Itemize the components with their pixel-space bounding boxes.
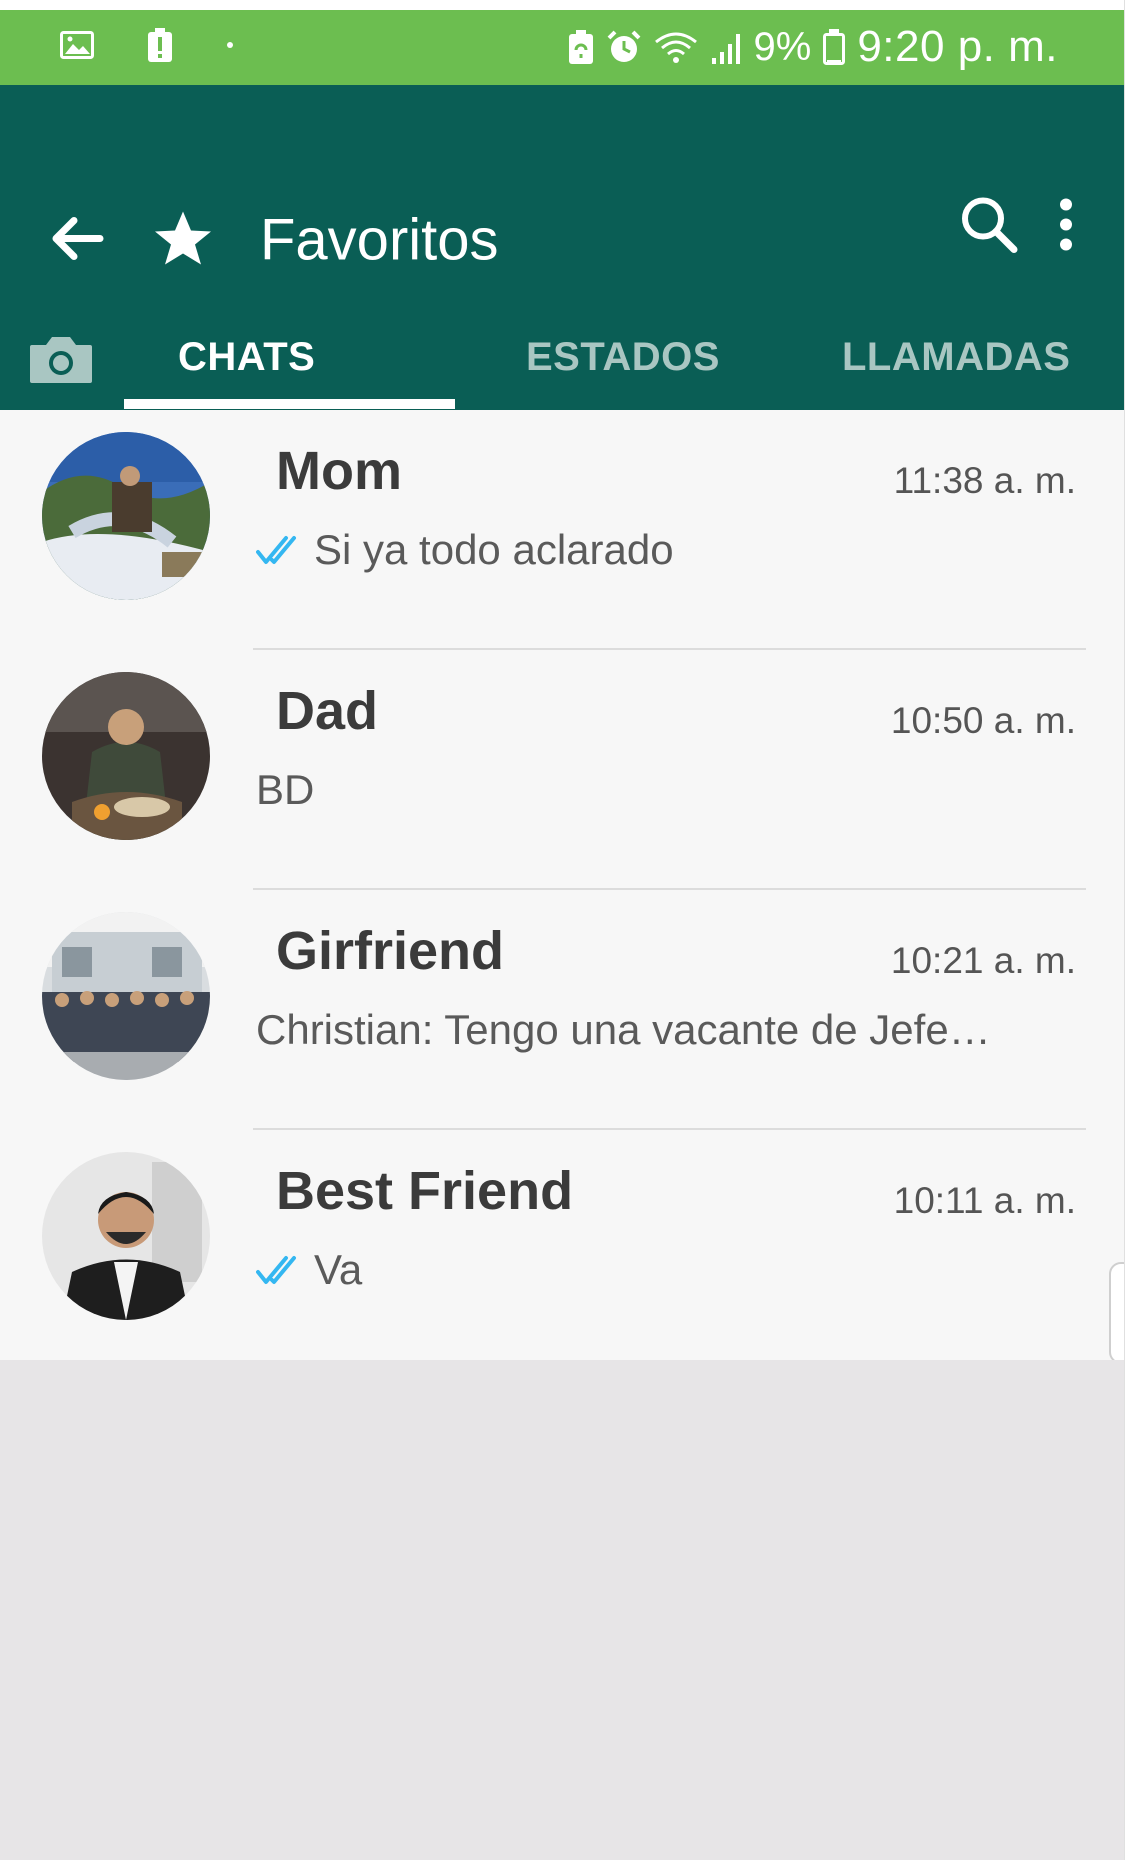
image-icon — [60, 31, 94, 59]
chat-name: Dad — [276, 681, 379, 741]
chat-name: Mom — [276, 441, 402, 501]
chat-preview: Si ya todo aclarado — [256, 526, 674, 574]
avatar[interactable] — [42, 672, 210, 840]
tab-bar: CHATS ESTADOS LLAMADAS — [0, 295, 1124, 410]
active-tab-indicator — [124, 399, 455, 409]
tab-camera[interactable] — [28, 333, 94, 390]
empty-area — [0, 1360, 1124, 1860]
chat-row-girfriend[interactable]: Girfriend 10:21 a. m. Christian: Tengo u… — [0, 890, 1124, 1130]
battery-icon — [823, 29, 846, 65]
battery-saver-icon — [568, 30, 593, 64]
battery-alert-icon — [148, 28, 172, 62]
avatar[interactable] — [42, 912, 210, 1080]
chat-time: 10:11 a. m. — [893, 1180, 1076, 1221]
chat-preview-text: Si ya todo aclarado — [314, 526, 674, 573]
chat-preview: Christian: Tengo una vacante de Jefe… — [256, 1006, 991, 1054]
avatar[interactable] — [42, 432, 210, 600]
battery-percent: 9% — [753, 24, 812, 69]
tab-estados[interactable]: ESTADOS — [526, 335, 720, 380]
chat-preview-text: BD — [256, 766, 315, 813]
app-bar: Favoritos CHATS ESTADOS LLAMADAS — [0, 85, 1124, 410]
screen: 9% 9:20 p. m. Favoritos CHATS ESTADOS LL… — [0, 0, 1125, 1860]
chat-row-mom[interactable]: Mom 11:38 a. m. Si ya todo aclarado — [0, 410, 1124, 650]
chat-preview: Va — [256, 1246, 362, 1294]
page-title: Favoritos — [260, 207, 499, 273]
star-icon — [152, 209, 214, 274]
tab-llamadas[interactable]: LLAMADAS — [842, 335, 1070, 380]
chat-preview-text: Va — [314, 1246, 363, 1293]
status-bar: 9% 9:20 p. m. — [0, 10, 1124, 85]
back-button[interactable] — [48, 215, 104, 268]
toolbar: Favoritos — [0, 85, 1124, 285]
chat-time: 11:38 a. m. — [893, 460, 1076, 501]
chat-row-best-friend[interactable]: Best Friend 10:11 a. m. Va — [0, 1130, 1124, 1370]
scroll-hint[interactable] — [1109, 1262, 1125, 1364]
avatar[interactable] — [42, 1152, 210, 1320]
chat-preview: BD — [256, 766, 314, 814]
chat-time: 10:50 a. m. — [890, 700, 1076, 741]
signal-icon — [711, 34, 740, 64]
chat-list: Mom 11:38 a. m. Si ya todo aclarado Dad … — [0, 410, 1124, 1370]
chat-row-dad[interactable]: Dad 10:50 a. m. BD — [0, 650, 1124, 890]
read-ticks-icon — [256, 536, 296, 564]
read-ticks-icon — [256, 1256, 296, 1284]
tab-chats[interactable]: CHATS — [178, 335, 315, 380]
search-icon — [962, 197, 1018, 253]
chat-preview-text: Christian: Tengo una vacante de Jefe… — [256, 1006, 991, 1053]
more-options-button[interactable] — [1056, 197, 1076, 258]
clock: 9:20 p. m. — [857, 22, 1058, 71]
search-button[interactable] — [958, 194, 1020, 261]
chat-name: Best Friend — [276, 1161, 574, 1221]
dot-icon — [227, 42, 233, 48]
back-arrow-icon — [52, 217, 104, 260]
alarm-icon — [607, 30, 640, 62]
more-vert-icon — [1060, 198, 1072, 251]
wifi-icon — [654, 32, 697, 63]
chat-name: Girfriend — [276, 921, 505, 981]
chat-time: 10:21 a. m. — [890, 940, 1076, 981]
camera-icon — [30, 337, 92, 383]
